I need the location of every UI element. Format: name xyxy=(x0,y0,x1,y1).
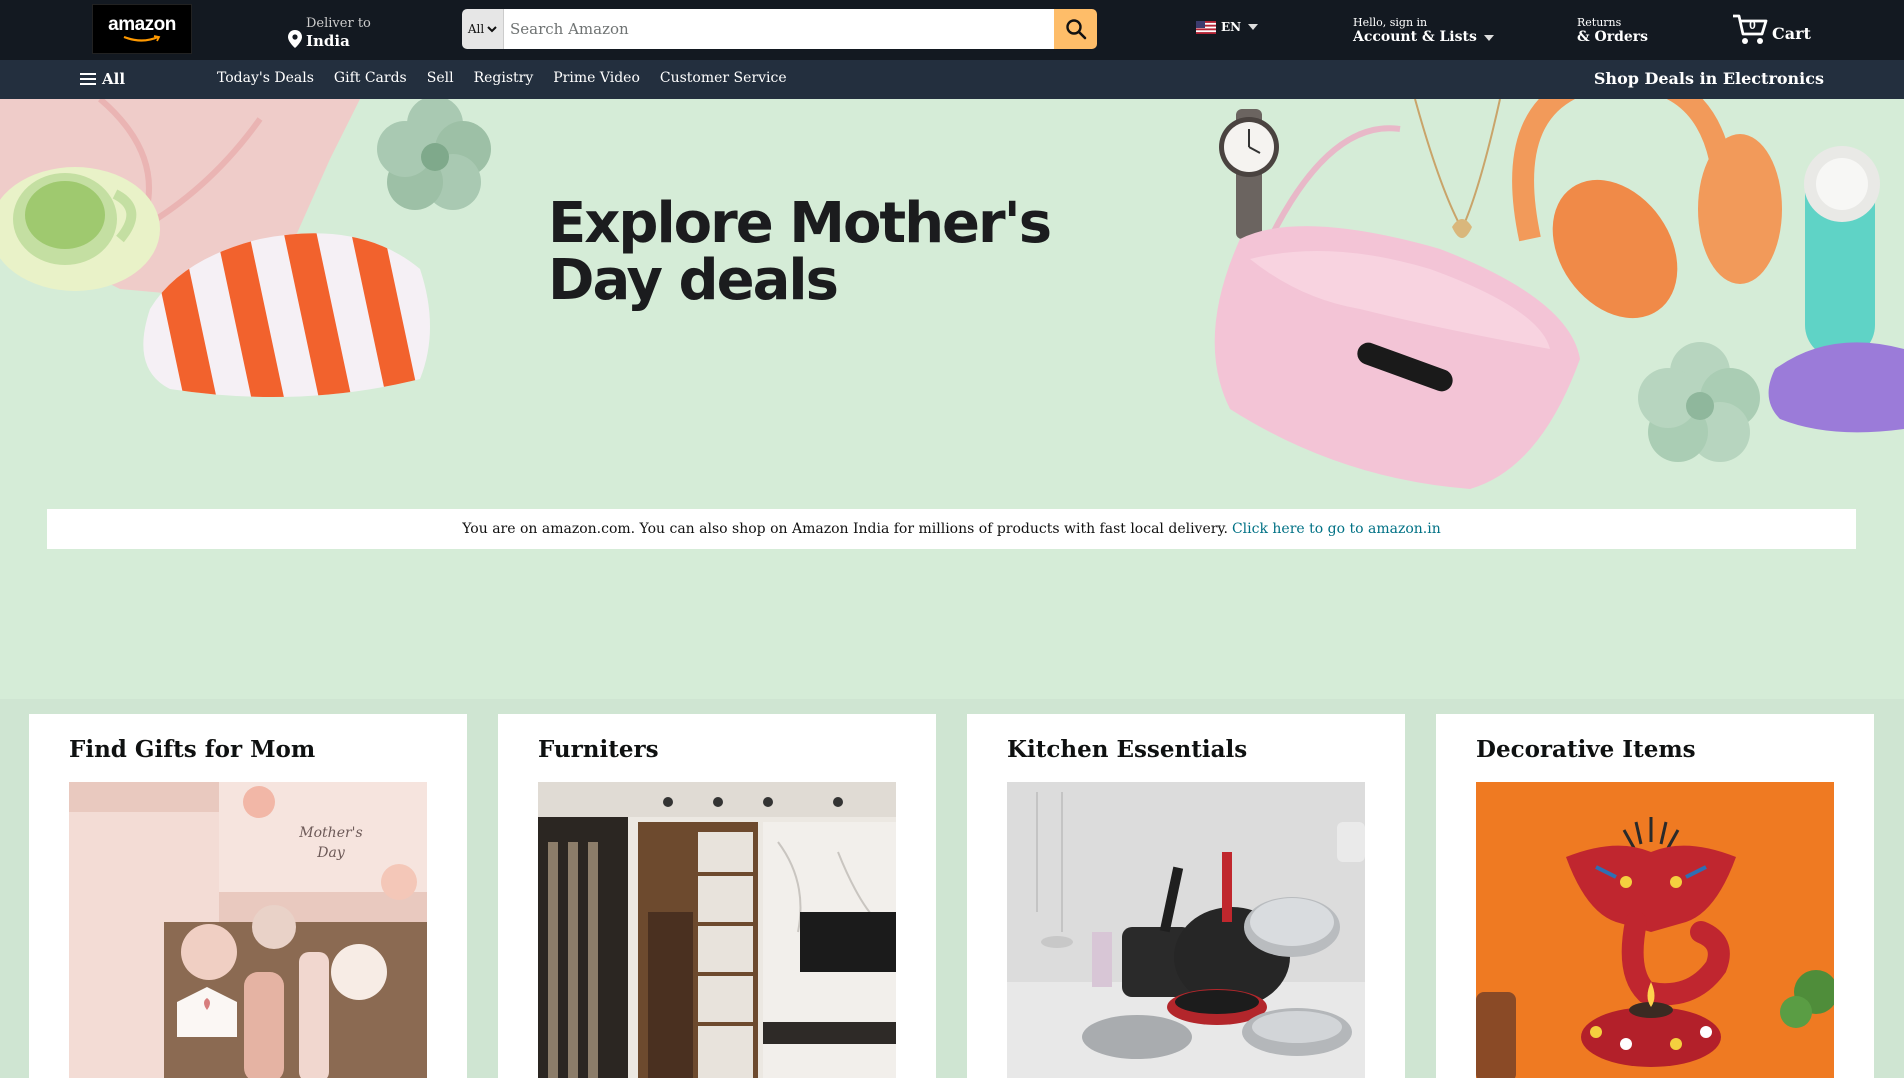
search-category-select[interactable]: All xyxy=(462,9,504,49)
subnav-link-gift-cards[interactable]: Gift Cards xyxy=(334,70,407,86)
logo-text: amazon xyxy=(108,14,176,35)
chevron-down-icon xyxy=(1248,24,1259,30)
account-and-lists[interactable]: Hello, sign in Account & Lists xyxy=(1353,16,1494,46)
orders-label: & Orders xyxy=(1577,29,1649,45)
amazon-in-link[interactable]: Click here to go to amazon.in xyxy=(1232,521,1441,537)
deliver-to-location[interactable]: Deliver to India xyxy=(288,10,371,50)
subnav-link-customer-service[interactable]: Customer Service xyxy=(660,70,787,86)
account-label: Account & Lists xyxy=(1353,29,1477,45)
returns-label: Returns xyxy=(1577,16,1622,29)
top-navigation-bar: amazon Deliver to India All Search Amazo… xyxy=(0,0,1904,60)
category-card-furniters[interactable]: Furniters xyxy=(498,714,936,1078)
cart-count: 0 xyxy=(1749,18,1756,32)
card-image-mothers-day-gift-box[interactable]: Mother's Day xyxy=(69,782,427,1078)
notice-text: You are on amazon.com. You can also shop… xyxy=(462,521,1228,537)
svg-text:Mother's: Mother's xyxy=(298,825,362,841)
deliver-location: India xyxy=(306,32,350,50)
international-shopping-notice: You are on amazon.com. You can also shop… xyxy=(47,509,1856,549)
subnav-link-sell[interactable]: Sell xyxy=(427,70,454,86)
hero-banner[interactable]: Explore Mother's Day deals You are on am… xyxy=(0,99,1904,699)
hero-title-line-1: Explore Mother's xyxy=(548,191,1052,256)
logo-smile-icon xyxy=(123,35,161,42)
category-card-decorative-items[interactable]: Decorative Items xyxy=(1436,714,1874,1078)
language-selector[interactable]: EN xyxy=(1196,20,1259,34)
cart-icon: 0 xyxy=(1733,14,1768,44)
language-code: EN xyxy=(1221,20,1242,34)
chevron-down-icon xyxy=(487,25,497,32)
card-title[interactable]: Decorative Items xyxy=(1476,736,1696,763)
us-flag-icon xyxy=(1196,20,1216,34)
location-pin-icon xyxy=(288,30,302,48)
chevron-down-icon xyxy=(1483,34,1494,41)
search-bar: All xyxy=(462,9,1097,49)
search-input[interactable] xyxy=(504,9,1054,49)
card-title[interactable]: Kitchen Essentials xyxy=(1007,736,1247,763)
card-title[interactable]: Furniters xyxy=(538,736,659,763)
card-image-living-room-furniture[interactable] xyxy=(538,782,896,1078)
hero-title: Explore Mother's Day deals xyxy=(548,195,1068,309)
hero-title-line-2: Day deals xyxy=(548,248,839,313)
card-title[interactable]: Find Gifts for Mom xyxy=(69,736,315,763)
secondary-navigation-bar: All Today's Deals Gift Cards Sell Regist… xyxy=(0,60,1904,99)
account-greeting: Hello, sign in xyxy=(1353,16,1428,29)
cart-label: Cart xyxy=(1772,24,1811,43)
amazon-logo[interactable]: amazon xyxy=(92,4,192,54)
category-card-kitchen-essentials[interactable]: Kitchen Essentials xyxy=(967,714,1405,1078)
category-card-gifts-for-mom[interactable]: Find Gifts for Mom Mother's Day xyxy=(29,714,467,1078)
card-image-cookware-set[interactable] xyxy=(1007,782,1365,1078)
cart-button[interactable]: 0 Cart xyxy=(1732,12,1811,46)
returns-and-orders[interactable]: Returns & Orders xyxy=(1577,16,1648,46)
svg-text:Day: Day xyxy=(316,845,346,861)
search-button[interactable] xyxy=(1054,9,1097,49)
hero-product-illustration xyxy=(0,99,1904,489)
subnav-link-todays-deals[interactable]: Today's Deals xyxy=(217,70,314,86)
search-category-value: All xyxy=(467,22,485,36)
all-menu-label: All xyxy=(102,70,126,88)
subnav-promo-link[interactable]: Shop Deals in Electronics xyxy=(1594,69,1824,88)
search-icon xyxy=(1065,19,1086,40)
subnav-link-registry[interactable]: Registry xyxy=(474,70,534,86)
subnav-links: Today's Deals Gift Cards Sell Registry P… xyxy=(217,70,807,86)
all-menu-button[interactable]: All xyxy=(80,70,125,88)
card-image-elephant-diya-decor[interactable] xyxy=(1476,782,1834,1078)
hamburger-menu-icon xyxy=(80,73,96,85)
subnav-link-prime-video[interactable]: Prime Video xyxy=(553,70,640,86)
deliver-to-label: Deliver to xyxy=(306,16,371,31)
